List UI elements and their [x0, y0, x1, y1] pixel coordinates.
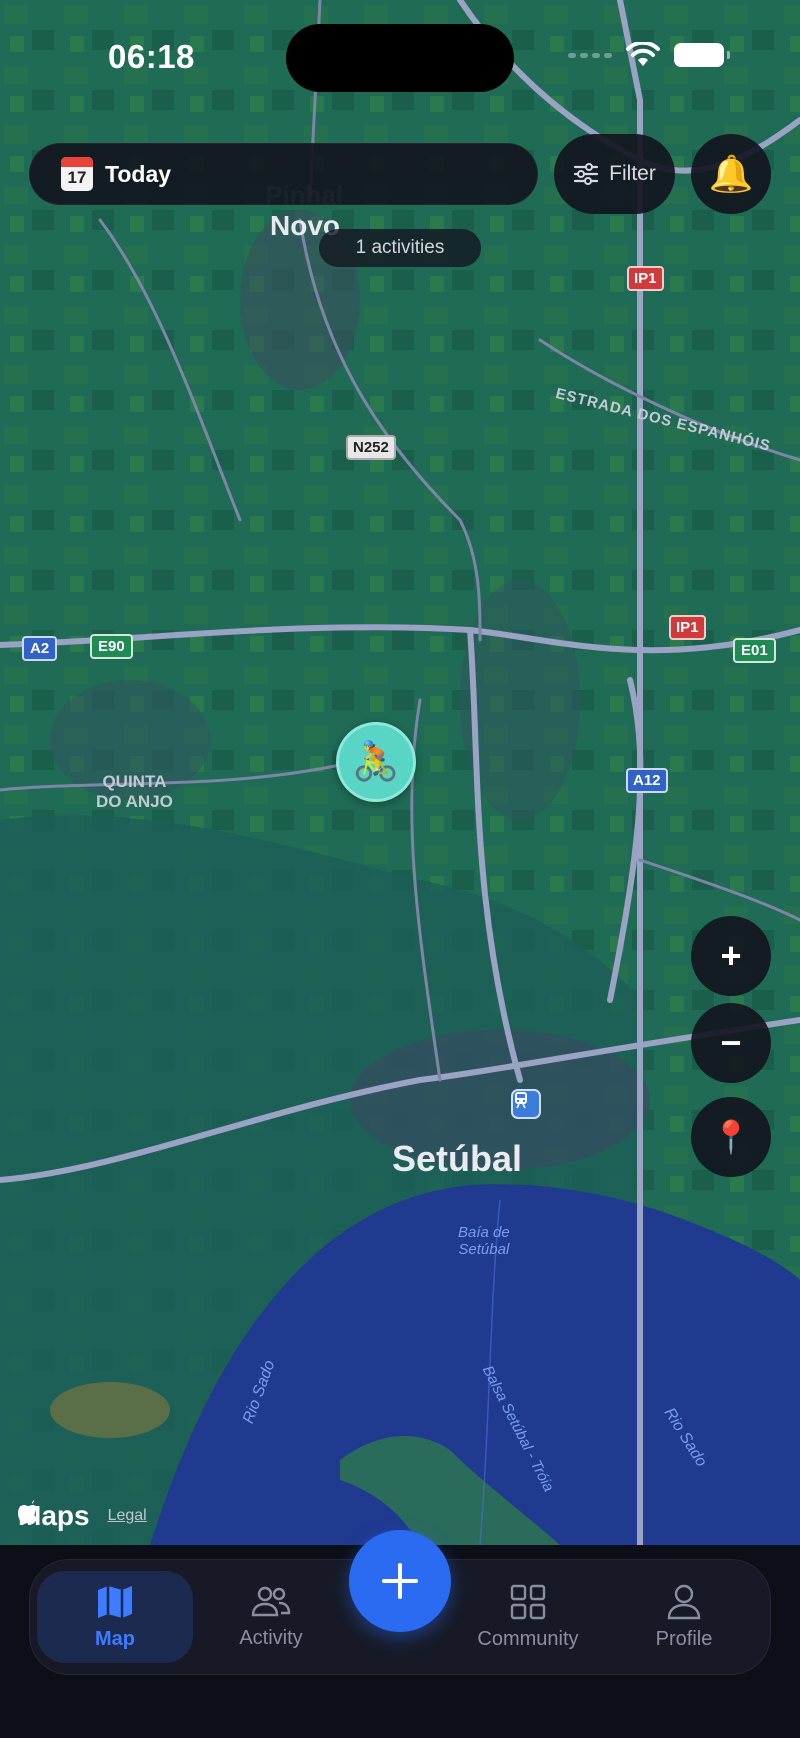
activity-marker[interactable]: 🚴	[336, 722, 416, 802]
place-label-quinta-line1: QUINTA	[102, 772, 167, 791]
place-label-baia-line2: Setúbal	[458, 1241, 510, 1258]
people-icon	[251, 1586, 291, 1616]
zoom-out-button[interactable]: −	[691, 1003, 771, 1083]
tab-activity-label: Activity	[239, 1626, 303, 1649]
date-selector[interactable]: 17 Today	[29, 143, 538, 205]
tab-community[interactable]: Community	[450, 1571, 606, 1663]
road-shield-n252: N252	[346, 435, 396, 460]
zoom-in-button[interactable]: +	[691, 916, 771, 996]
locate-button[interactable]: 📍	[691, 1097, 771, 1177]
bell-icon: 🔔	[708, 153, 754, 194]
tab-activity[interactable]: Activity	[193, 1571, 349, 1663]
pin-icon: 📍	[711, 1119, 751, 1155]
person-icon	[667, 1584, 701, 1619]
apple-maps-logo: Maps	[18, 1500, 90, 1532]
train-station-icon[interactable]	[511, 1089, 541, 1119]
road-shield-ip1-top: IP1	[627, 266, 664, 291]
dynamic-island	[286, 24, 514, 92]
road-shield-ip1-mid: IP1	[669, 615, 706, 640]
date-label: Today	[105, 160, 172, 187]
map-attribution: Maps Legal	[18, 1500, 147, 1532]
plus-icon: +	[720, 935, 742, 976]
wifi-icon	[626, 42, 660, 66]
place-label-baia: Baía de Setúbal	[458, 1224, 510, 1258]
road-shield-a12: A12	[626, 768, 668, 793]
apple-logo-icon	[18, 1500, 37, 1524]
tab-profile[interactable]: Profile	[606, 1571, 762, 1663]
grid-icon	[510, 1584, 546, 1619]
add-activity-button[interactable]	[349, 1530, 451, 1632]
road-shield-e01: E01	[733, 638, 776, 663]
tab-map-label: Map	[95, 1627, 135, 1650]
map-icon	[98, 1585, 132, 1618]
calendar-icon: 17	[61, 157, 93, 191]
tab-community-label: Community	[477, 1627, 579, 1650]
cellular-signal-icon	[568, 52, 612, 58]
cyclist-icon: 🚴	[352, 741, 400, 783]
activity-count-badge: 1 activities	[319, 229, 481, 267]
filter-label: Filter	[609, 162, 656, 185]
place-label-baia-line1: Baía de	[458, 1224, 510, 1241]
status-icons	[568, 42, 730, 68]
notifications-button[interactable]: 🔔	[691, 134, 771, 214]
filter-button[interactable]: Filter	[554, 134, 675, 214]
calendar-icon-day: 17	[67, 168, 87, 187]
road-shield-e90: E90	[90, 634, 133, 659]
place-label-setubal: Setúbal	[392, 1138, 523, 1179]
place-label-quinta: QUINTA DO ANJO	[96, 772, 173, 812]
plus-icon	[382, 1563, 418, 1599]
status-time: 06:18	[108, 38, 195, 75]
battery-icon	[674, 43, 730, 67]
tab-profile-label: Profile	[655, 1627, 713, 1650]
place-label-quinta-line2: DO ANJO	[96, 792, 173, 811]
road-shield-a2: A2	[22, 636, 58, 661]
minus-icon: −	[720, 1022, 742, 1063]
sliders-icon	[574, 163, 599, 185]
legal-link[interactable]: Legal	[108, 1507, 147, 1525]
tab-map[interactable]: Map	[37, 1571, 193, 1663]
